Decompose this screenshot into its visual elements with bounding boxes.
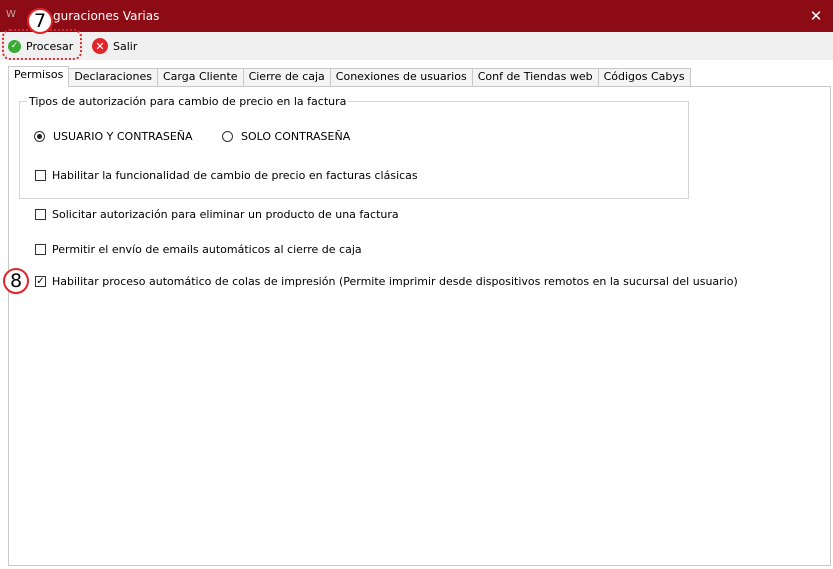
radio-label: SOLO CONTRASEÑA xyxy=(241,130,351,143)
radio-solo-contrasena[interactable]: SOLO CONTRASEÑA xyxy=(222,130,350,143)
tab-conexiones-de-usuarios[interactable]: Conexiones de usuarios xyxy=(329,68,473,86)
cancel-circle-icon: ✕ xyxy=(92,38,108,54)
close-icon: ✕ xyxy=(809,7,823,25)
tab-carga-cliente[interactable]: Carga Cliente xyxy=(156,68,244,86)
checkbox-box xyxy=(35,209,46,220)
checkbox-label: Permitir el envío de emails automáticos … xyxy=(52,243,362,256)
checkbox-label: Solicitar autorización para eliminar un … xyxy=(52,208,399,221)
radio-indicator xyxy=(222,131,233,142)
radio-usuario-contrasena[interactable]: USUARIO Y CONTRASEÑA xyxy=(34,130,193,143)
checkbox-label: Habilitar proceso automático de colas de… xyxy=(52,275,738,288)
radio-indicator xyxy=(34,131,45,142)
checkbox-box xyxy=(35,244,46,255)
tab-strip: Permisos Declaraciones Carga Cliente Cie… xyxy=(8,66,691,87)
annotation-badge-8: 8 xyxy=(3,268,29,294)
toolbar: ✓ Procesar ✕ Salir xyxy=(0,32,833,60)
annotation-badge-7: 7 xyxy=(27,8,53,34)
checkbox-emails-cierre[interactable]: Permitir el envío de emails automáticos … xyxy=(35,243,362,256)
app-icon: W xyxy=(6,9,16,20)
tab-cierre-de-caja[interactable]: Cierre de caja xyxy=(242,68,331,86)
checkbox-eliminar-producto[interactable]: Solicitar autorización para eliminar un … xyxy=(35,208,399,221)
title-bar: W guraciones Varias ✕ xyxy=(0,0,833,32)
window-title: guraciones Varias xyxy=(53,9,160,23)
price-change-groupbox xyxy=(19,101,689,199)
tab-conf-tiendas-web[interactable]: Conf de Tiendas web xyxy=(471,68,599,86)
salir-button[interactable]: ✕ Salir xyxy=(92,36,137,56)
salir-label: Salir xyxy=(113,39,138,53)
checkbox-label: Habilitar la funcionalidad de cambio de … xyxy=(52,169,418,182)
groupbox-title: Tipos de autorización para cambio de pre… xyxy=(27,95,349,108)
checkbox-cambio-precio-clasicas[interactable]: Habilitar la funcionalidad de cambio de … xyxy=(35,169,418,182)
tab-codigos-cabys[interactable]: Códigos Cabys xyxy=(597,68,691,86)
tab-declaraciones[interactable]: Declaraciones xyxy=(68,68,158,86)
radio-label: USUARIO Y CONTRASEÑA xyxy=(53,130,193,143)
close-button[interactable]: ✕ xyxy=(800,2,832,30)
tab-permisos[interactable]: Permisos xyxy=(8,66,70,87)
check-mark-icon: ✓ xyxy=(35,275,46,287)
checkbox-box xyxy=(35,170,46,181)
checkbox-colas-impresion[interactable]: ✓ Habilitar proceso automático de colas … xyxy=(35,275,738,288)
